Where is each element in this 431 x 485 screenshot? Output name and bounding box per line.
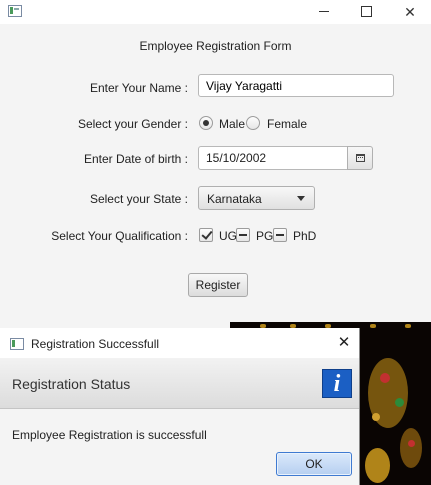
dialog-message: Employee Registration is successfull	[12, 428, 207, 442]
ok-button[interactable]: OK	[276, 452, 352, 476]
maximize-button[interactable]	[344, 0, 388, 24]
state-selected-value: Karnataka	[207, 192, 262, 206]
qualification-pg-label[interactable]: PG	[256, 229, 273, 243]
registration-window: ✕ Employee Registration Form Enter Your …	[0, 0, 431, 328]
name-label: Enter Your Name :	[89, 81, 188, 95]
name-input[interactable]	[198, 74, 394, 97]
gender-label: Select your Gender :	[77, 117, 188, 131]
qualification-ug-checkbox[interactable]	[199, 228, 213, 242]
register-button[interactable]: Register	[188, 273, 248, 297]
java-app-icon	[8, 5, 22, 17]
form-title: Employee Registration Form	[139, 39, 292, 53]
state-dropdown[interactable]: Karnataka	[198, 186, 315, 210]
minimize-icon	[319, 11, 329, 12]
qualification-label: Select Your Qualification :	[51, 229, 188, 243]
close-icon: ✕	[337, 334, 351, 351]
qualification-phd-checkbox[interactable]	[273, 228, 287, 242]
window-titlebar: ✕	[0, 0, 431, 24]
java-app-icon	[10, 338, 24, 350]
dob-label: Enter Date of birth :	[83, 152, 188, 166]
close-button[interactable]: ✕	[388, 0, 431, 24]
dialog-close-button[interactable]: ✕	[334, 333, 354, 353]
close-icon: ✕	[404, 4, 416, 20]
qualification-phd-label[interactable]: PhD	[293, 229, 316, 243]
dialog-title: Registration Successfull	[31, 337, 160, 351]
dob-input[interactable]: 15/10/2002	[198, 146, 348, 170]
gender-female-radio[interactable]	[246, 116, 260, 130]
chevron-down-icon	[297, 196, 305, 201]
minimize-button[interactable]	[302, 0, 346, 24]
state-label: Select your State :	[89, 192, 188, 206]
calendar-icon	[356, 154, 365, 162]
date-picker-button[interactable]	[347, 146, 373, 170]
dialog-header-text: Registration Status	[12, 376, 131, 392]
gender-male-label[interactable]: Male	[219, 117, 245, 131]
registration-dialog: Registration Successfull ✕ Registration …	[0, 328, 360, 485]
information-icon: i	[322, 369, 352, 398]
qualification-ug-label[interactable]: UG	[219, 229, 237, 243]
maximize-icon	[361, 6, 372, 17]
dialog-titlebar: Registration Successfull ✕	[0, 328, 359, 358]
qualification-pg-checkbox[interactable]	[236, 228, 250, 242]
background-image	[360, 328, 431, 485]
gender-female-label[interactable]: Female	[267, 117, 307, 131]
dialog-header: Registration Status i	[0, 358, 359, 409]
gender-male-radio[interactable]	[199, 116, 213, 130]
